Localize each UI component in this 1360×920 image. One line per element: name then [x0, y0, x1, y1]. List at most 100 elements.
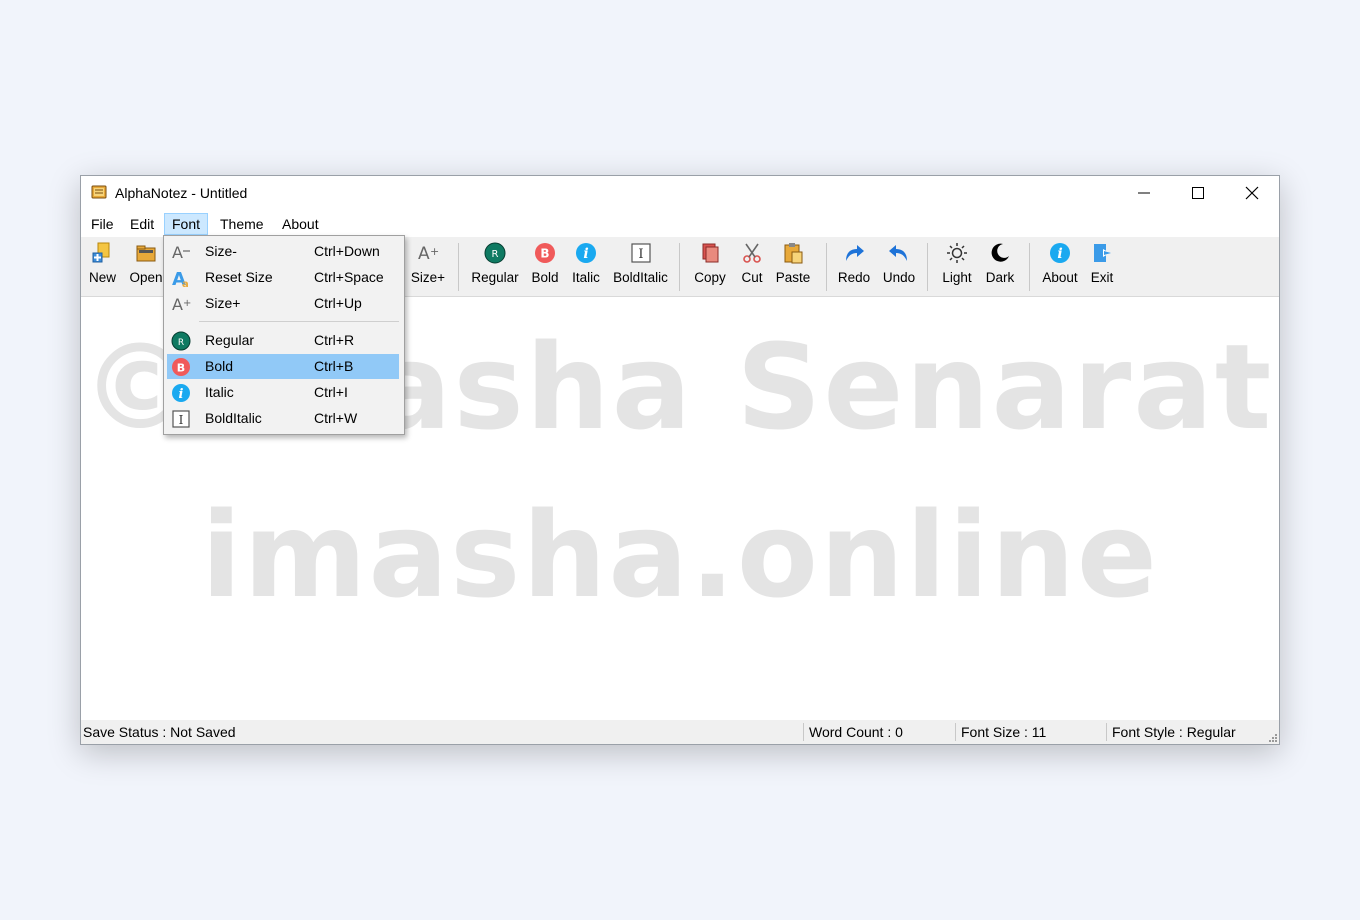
copy-label: Copy: [694, 270, 726, 285]
notebook-app-icon: [91, 185, 107, 199]
font-menu-bold[interactable]: B Bold Ctrl+B: [167, 354, 399, 379]
status-separator: [803, 723, 804, 741]
menu-item-shortcut: Ctrl+I: [314, 384, 348, 400]
menu-item-shortcut: Ctrl+Space: [314, 269, 384, 285]
menu-item-shortcut: Ctrl+R: [314, 332, 355, 348]
font-menu-size-plus[interactable]: A + Size+ Ctrl+Up: [167, 291, 399, 316]
size-plus-button[interactable]: A + Size+: [409, 241, 447, 293]
menu-item-shortcut: Ctrl+W: [314, 410, 358, 426]
redo-button[interactable]: Redo: [836, 241, 872, 293]
paste-label: Paste: [775, 270, 811, 285]
open-label: Open: [129, 270, 163, 285]
bold-font-icon: B: [172, 358, 190, 376]
italic-button[interactable]: i Italic: [570, 241, 602, 293]
resize-grip-icon[interactable]: [1267, 732, 1277, 742]
window-title: AlphaNotez - Untitled: [115, 185, 248, 201]
light-label: Light: [942, 270, 972, 285]
italic-label: Italic: [572, 270, 600, 285]
svg-text:i: i: [583, 246, 588, 262]
menu-item-label: Reset Size: [205, 269, 273, 285]
about-button[interactable]: i About: [1040, 241, 1080, 293]
redo-label: Redo: [837, 270, 871, 285]
copy-button[interactable]: Copy: [693, 241, 727, 293]
toolbar-separator: [927, 243, 928, 291]
bold-font-icon: B: [535, 243, 555, 263]
minimize-icon: [1138, 192, 1150, 193]
menu-separator: [199, 321, 399, 322]
status-separator: [955, 723, 956, 741]
redo-arrow-icon: [846, 245, 864, 261]
undo-arrow-icon: [889, 245, 907, 261]
about-label: About: [1042, 270, 1078, 285]
font-menu-bolditalic[interactable]: I BoldItalic Ctrl+W: [167, 406, 399, 431]
font-size-status: Font Size : 11: [961, 724, 1047, 740]
maximize-button[interactable]: [1171, 176, 1225, 209]
font-menu-size-minus[interactable]: A Size- Ctrl+Down: [167, 239, 399, 264]
menu-file[interactable]: File: [83, 213, 122, 235]
italic-font-icon: i: [172, 384, 190, 402]
regular-button[interactable]: R Regular: [470, 241, 520, 293]
paste-button[interactable]: Paste: [775, 241, 811, 293]
open-folder-icon: [136, 245, 156, 262]
svg-text:A: A: [172, 295, 183, 314]
menu-bar: File Edit Font Theme About: [81, 210, 1279, 237]
bold-button[interactable]: B Bold: [531, 241, 559, 293]
new-button[interactable]: New: [89, 241, 116, 293]
size-plus-label: Size+: [410, 270, 446, 285]
close-button[interactable]: [1225, 176, 1279, 209]
svg-text:a: a: [182, 279, 189, 288]
toolbar-separator: [458, 243, 459, 291]
bolditalic-label: BoldItalic: [613, 270, 668, 285]
svg-text:I: I: [179, 413, 184, 427]
word-count: Word Count : 0: [809, 724, 903, 740]
title-bar: AlphaNotez - Untitled: [81, 176, 1279, 209]
bold-label: Bold: [531, 270, 559, 285]
minimize-button[interactable]: [1117, 176, 1171, 209]
svg-text:i: i: [1057, 246, 1062, 262]
svg-text:B: B: [540, 247, 549, 261]
info-icon: i: [1050, 243, 1070, 263]
font-menu-regular[interactable]: R Regular Ctrl+R: [167, 328, 399, 353]
svg-text:+: +: [183, 298, 191, 309]
cut-label: Cut: [741, 270, 763, 285]
svg-text:A: A: [418, 244, 430, 264]
menu-item-label: Regular: [205, 332, 255, 348]
paste-clipboard-icon: [784, 243, 803, 264]
menu-item-label: Bold: [205, 358, 234, 374]
svg-text:R: R: [178, 338, 184, 348]
cut-button[interactable]: Cut: [739, 241, 765, 293]
regular-font-icon: R: [484, 242, 506, 264]
svg-text:+: +: [430, 245, 439, 258]
italic-font-icon: i: [576, 243, 596, 263]
exit-door-icon: [1094, 244, 1111, 262]
menu-font[interactable]: Font: [164, 213, 209, 235]
undo-button[interactable]: Undo: [881, 241, 917, 293]
scissors-icon: [743, 243, 761, 263]
svg-text:R: R: [492, 249, 499, 260]
font-style-status: Font Style : Regular: [1112, 724, 1236, 740]
font-menu-reset-size[interactable]: Aa Reset Size Ctrl+Space: [167, 265, 399, 290]
font-menu-italic[interactable]: i Italic Ctrl+I: [167, 380, 399, 405]
menu-edit[interactable]: Edit: [122, 213, 162, 235]
menu-item-shortcut: Ctrl+B: [314, 358, 354, 374]
menu-item-label: Italic: [205, 384, 234, 400]
new-file-icon: [92, 242, 110, 263]
bolditalic-button[interactable]: I BoldItalic: [613, 241, 668, 293]
dark-theme-button[interactable]: Dark: [983, 241, 1017, 293]
undo-label: Undo: [882, 270, 916, 285]
open-button[interactable]: Open: [129, 241, 163, 293]
copy-icon: [702, 243, 719, 263]
font-size-decrease-icon: A: [172, 243, 190, 262]
svg-text:i: i: [179, 387, 184, 402]
exit-button[interactable]: Exit: [1089, 241, 1115, 293]
light-theme-button[interactable]: Light: [940, 241, 974, 293]
font-menu-dropdown: A Size- Ctrl+Down Aa Reset Size Ctrl+Spa…: [163, 235, 405, 435]
menu-about[interactable]: About: [274, 213, 327, 235]
bold-italic-font-icon: I: [172, 410, 190, 428]
toolbar-separator: [679, 243, 680, 291]
toolbar-separator: [1029, 243, 1030, 291]
svg-text:B: B: [177, 362, 185, 375]
menu-theme[interactable]: Theme: [212, 213, 272, 235]
status-separator: [1106, 723, 1107, 741]
font-size-increase-icon: A +: [418, 244, 439, 264]
